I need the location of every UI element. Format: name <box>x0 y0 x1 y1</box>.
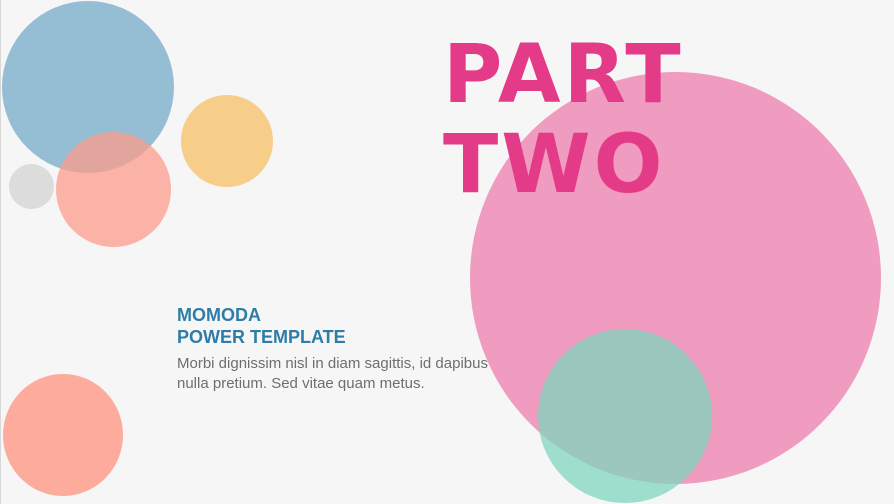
mint-circle-decoration <box>538 329 712 503</box>
slide-headline: PART TWO <box>443 30 684 210</box>
slide-body-text: Morbi dignissim nisl in diam sagittis, i… <box>177 355 488 392</box>
title-line-2: POWER TEMPLATE <box>177 327 346 347</box>
headline-line-2: TWO <box>443 118 666 212</box>
title-line-1: MOMODA <box>177 305 261 325</box>
salmon-circle-bottom-decoration <box>3 374 123 496</box>
headline-line-1: PART <box>443 28 684 122</box>
yellow-circle-decoration <box>181 95 273 187</box>
gray-circle-decoration <box>9 164 54 209</box>
salmon-circle-decoration <box>56 132 171 247</box>
slide-title: MOMODA POWER TEMPLATE <box>177 304 346 348</box>
slide: PART TWO MOMODA POWER TEMPLATE Morbi dig… <box>0 0 894 504</box>
